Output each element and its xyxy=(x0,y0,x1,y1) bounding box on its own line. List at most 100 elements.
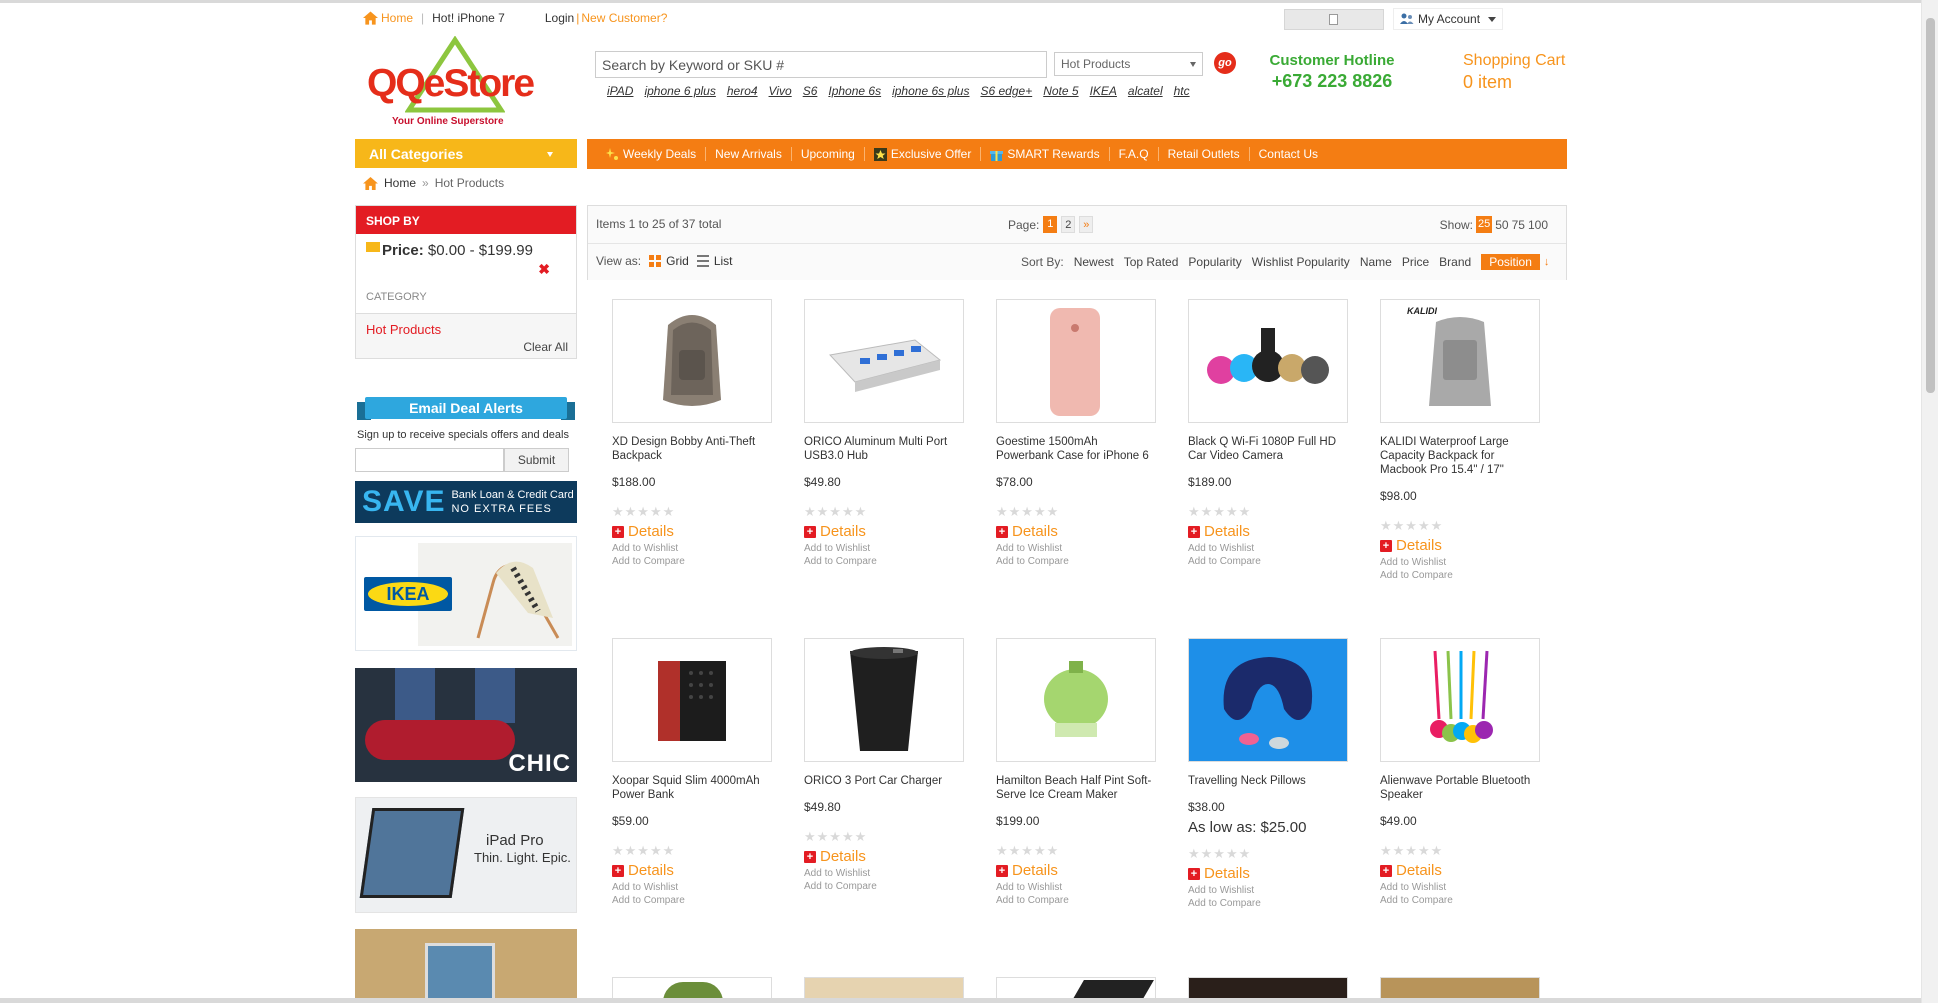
nav-new-arrivals[interactable]: New Arrivals xyxy=(706,147,792,161)
add-to-wishlist-link[interactable]: Add to Wishlist xyxy=(1188,885,1348,896)
product-name[interactable]: Alienwave Portable Bluetooth Speaker xyxy=(1380,774,1540,802)
quick-link[interactable]: alcatel xyxy=(1128,84,1163,98)
show-option[interactable]: 25 xyxy=(1476,216,1493,233)
all-categories-dropdown[interactable]: All Categories xyxy=(355,139,577,168)
sort-name[interactable]: Name xyxy=(1360,255,1392,269)
quick-link[interactable]: iphone 6 plus xyxy=(644,84,715,98)
details-link[interactable]: + Details xyxy=(996,862,1156,879)
vertical-scrollbar[interactable] xyxy=(1921,0,1938,1003)
quick-link[interactable]: Vivo xyxy=(769,84,792,98)
product-image[interactable] xyxy=(612,299,772,423)
quick-link[interactable]: Note 5 xyxy=(1043,84,1078,98)
nav-weekly-deals[interactable]: Weekly Deals xyxy=(597,147,707,161)
details-link[interactable]: + Details xyxy=(1380,862,1540,879)
my-account-dropdown[interactable]: My Account xyxy=(1393,8,1504,30)
add-to-compare-link[interactable]: Add to Compare xyxy=(612,556,772,567)
page-1-button[interactable]: 1 xyxy=(1043,216,1058,233)
nav-upcoming[interactable]: Upcoming xyxy=(792,147,865,161)
sort-top-rated[interactable]: Top Rated xyxy=(1124,255,1179,269)
add-to-compare-link[interactable]: Add to Compare xyxy=(804,881,964,892)
product-name[interactable]: Black Q Wi-Fi 1080P Full HD Car Video Ca… xyxy=(1188,435,1348,463)
details-link[interactable]: + Details xyxy=(612,523,772,540)
show-option[interactable]: 100 xyxy=(1528,218,1548,232)
mini-search-box[interactable] xyxy=(1284,9,1384,30)
product-image[interactable] xyxy=(612,638,772,762)
search-input[interactable] xyxy=(595,51,1047,78)
quick-link[interactable]: iphone 6s plus xyxy=(892,84,969,98)
chic-hoverboard-ad[interactable]: CHIC xyxy=(355,668,577,782)
store-logo[interactable]: QQeStore Your Online Superstore xyxy=(367,36,539,128)
product-name[interactable]: Goestime 1500mAh Powerbank Case for iPho… xyxy=(996,435,1156,463)
search-category-select[interactable]: Hot Products xyxy=(1054,52,1203,76)
quick-link[interactable]: IKEA xyxy=(1090,84,1117,98)
quick-link[interactable]: iPAD xyxy=(607,84,633,98)
sort-direction-icon[interactable]: ↓ xyxy=(1544,256,1550,268)
details-link[interactable]: + Details xyxy=(612,862,772,879)
product-name[interactable]: ORICO 3 Port Car Charger xyxy=(804,774,964,788)
save-banner-ad[interactable]: SAVE Bank Loan & Credit Card NO EXTRA FE… xyxy=(355,481,577,523)
add-to-wishlist-link[interactable]: Add to Wishlist xyxy=(612,543,772,554)
product-name[interactable]: ORICO Aluminum Multi Port USB3.0 Hub xyxy=(804,435,964,463)
product-name[interactable]: Xoopar Squid Slim 4000mAh Power Bank xyxy=(612,774,772,802)
nav-exclusive-offer[interactable]: Exclusive Offer xyxy=(865,147,982,161)
add-to-wishlist-link[interactable]: Add to Wishlist xyxy=(1380,882,1540,893)
sort-popularity[interactable]: Popularity xyxy=(1188,255,1241,269)
sort-brand[interactable]: Brand xyxy=(1439,255,1471,269)
details-link[interactable]: + Details xyxy=(1188,523,1348,540)
product-image[interactable]: KALIDI xyxy=(1380,299,1540,423)
ikea-banner-ad[interactable]: IKEA xyxy=(355,536,577,651)
nav-smart-rewards[interactable]: SMART Rewards xyxy=(981,147,1110,161)
add-to-compare-link[interactable]: Add to Compare xyxy=(996,556,1156,567)
nav-faq[interactable]: F.A.Q xyxy=(1110,147,1159,161)
sort-newest[interactable]: Newest xyxy=(1074,255,1114,269)
add-to-wishlist-link[interactable]: Add to Wishlist xyxy=(1188,543,1348,554)
show-option[interactable]: 75 xyxy=(1512,218,1525,232)
add-to-compare-link[interactable]: Add to Compare xyxy=(1380,895,1540,906)
ipad-pro-ad[interactable]: iPad Pro Thin. Light. Epic. xyxy=(355,797,577,913)
sort-price[interactable]: Price xyxy=(1402,255,1429,269)
details-link[interactable]: + Details xyxy=(1188,865,1348,882)
details-link[interactable]: + Details xyxy=(996,523,1156,540)
product-image[interactable] xyxy=(1188,299,1348,423)
new-customer-link[interactable]: New Customer? xyxy=(581,11,667,25)
product-image[interactable] xyxy=(804,638,964,762)
top-home-link[interactable]: Home xyxy=(381,11,413,25)
product-name[interactable]: XD Design Bobby Anti-Theft Backpack xyxy=(612,435,772,463)
product-image[interactable] xyxy=(996,299,1156,423)
add-to-compare-link[interactable]: Add to Compare xyxy=(1380,570,1540,581)
newsletter-submit-button[interactable]: Submit xyxy=(504,448,569,472)
newsletter-email-input[interactable] xyxy=(355,448,504,472)
add-to-wishlist-link[interactable]: Add to Wishlist xyxy=(804,543,964,554)
page-2-button[interactable]: 2 xyxy=(1061,216,1076,233)
add-to-compare-link[interactable]: Add to Compare xyxy=(612,895,772,906)
quick-link[interactable]: Iphone 6s xyxy=(828,84,881,98)
details-link[interactable]: + Details xyxy=(1380,537,1540,554)
login-link[interactable]: Login xyxy=(545,11,574,25)
show-option[interactable]: 50 xyxy=(1495,218,1508,232)
details-link[interactable]: + Details xyxy=(804,523,964,540)
next-page-button[interactable]: » xyxy=(1079,216,1094,233)
add-to-wishlist-link[interactable]: Add to Wishlist xyxy=(996,882,1156,893)
add-to-compare-link[interactable]: Add to Compare xyxy=(1188,898,1348,909)
quick-link[interactable]: hero4 xyxy=(727,84,758,98)
list-view-button[interactable]: List xyxy=(696,254,733,268)
nav-contact-us[interactable]: Contact Us xyxy=(1250,147,1327,161)
add-to-wishlist-link[interactable]: Add to Wishlist xyxy=(996,543,1156,554)
remove-filter-icon[interactable]: ✖ xyxy=(538,261,550,278)
quick-link[interactable]: S6 edge+ xyxy=(980,84,1032,98)
product-name[interactable]: Hamilton Beach Half Pint Soft-Serve Ice … xyxy=(996,774,1156,802)
add-to-wishlist-link[interactable]: Add to Wishlist xyxy=(612,882,772,893)
sort-position[interactable]: Position xyxy=(1481,254,1540,270)
hot-iphone-link[interactable]: Hot! iPhone 7 xyxy=(432,11,505,25)
product-image[interactable] xyxy=(1380,638,1540,762)
add-to-wishlist-link[interactable]: Add to Wishlist xyxy=(804,868,964,879)
details-link[interactable]: + Details xyxy=(804,848,964,865)
product-image[interactable] xyxy=(1188,638,1348,762)
category-filter-value[interactable]: Hot Products xyxy=(366,322,441,337)
add-to-wishlist-link[interactable]: Add to Wishlist xyxy=(1380,557,1540,568)
clear-all-link[interactable]: Clear All xyxy=(523,340,568,354)
shopping-cart[interactable]: Shopping Cart 0 item xyxy=(1463,52,1565,93)
add-to-compare-link[interactable]: Add to Compare xyxy=(1188,556,1348,567)
grid-view-button[interactable]: Grid xyxy=(649,254,689,268)
sort-wishlist-popularity[interactable]: Wishlist Popularity xyxy=(1252,255,1350,269)
